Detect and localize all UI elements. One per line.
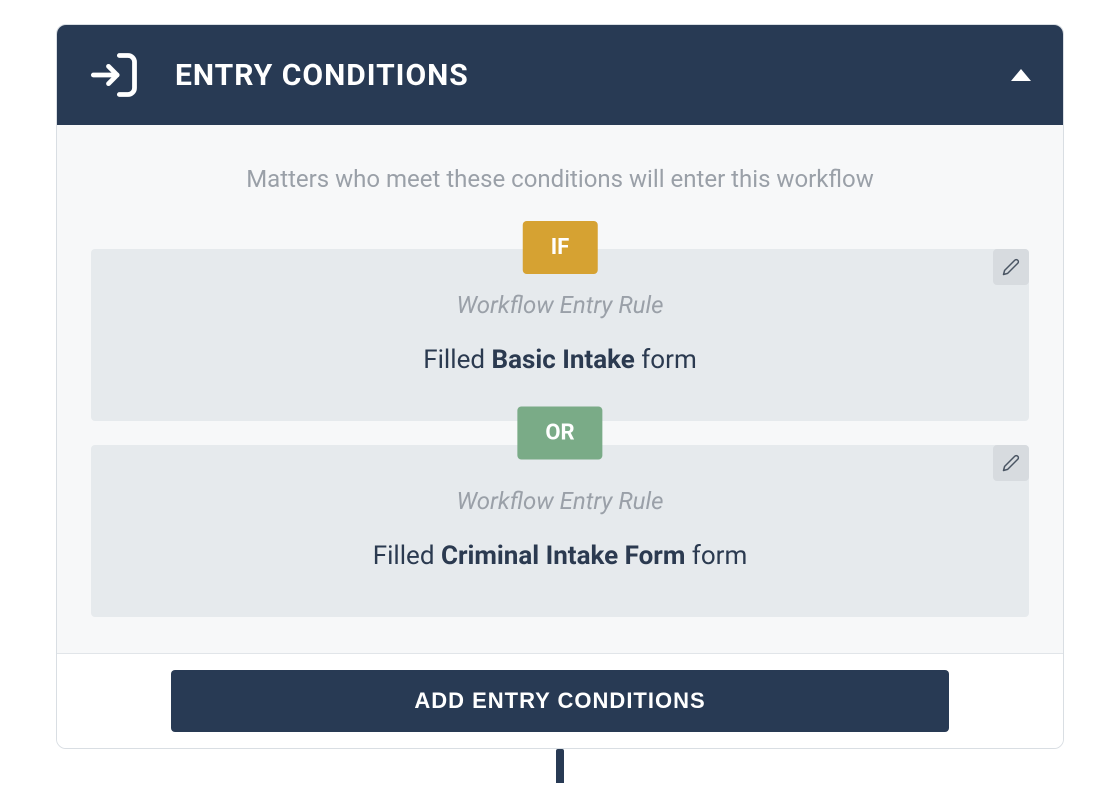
rule-title: Workflow Entry Rule xyxy=(111,291,1009,319)
edit-rule-button[interactable] xyxy=(993,445,1029,481)
rule-prefix: Filled xyxy=(423,345,491,375)
rule-suffix: form xyxy=(685,541,747,571)
rule-title: Workflow Entry Rule xyxy=(111,487,1009,515)
pencil-icon xyxy=(1002,454,1020,472)
header-title: ENTRY CONDITIONS xyxy=(175,58,469,93)
entry-conditions-card: ENTRY CONDITIONS Matters who meet these … xyxy=(56,24,1064,749)
rule-bold: Criminal Intake Form xyxy=(441,541,685,571)
connector-line xyxy=(556,749,564,783)
edit-rule-button[interactable] xyxy=(993,249,1029,285)
rule-card: Workflow Entry Rule Filled Criminal Inta… xyxy=(91,445,1029,617)
or-pill: OR xyxy=(517,407,602,460)
rule-prefix: Filled xyxy=(373,541,441,571)
rule-text: Filled Basic Intake form xyxy=(111,345,1009,375)
rule-text: Filled Criminal Intake Form form xyxy=(111,541,1009,571)
card-body: Matters who meet these conditions will e… xyxy=(57,125,1063,748)
collapse-toggle-icon[interactable] xyxy=(1011,69,1031,81)
entry-icon xyxy=(89,49,141,101)
rules-area: IF Workflow Entry Rule Filled Basic Inta… xyxy=(57,221,1063,653)
if-pill-wrap: IF xyxy=(91,221,1029,249)
add-entry-conditions-button[interactable]: ADD ENTRY CONDITIONS xyxy=(171,670,949,732)
rule-card: Workflow Entry Rule Filled Basic Intake … xyxy=(91,249,1029,421)
conditions-description: Matters who meet these conditions will e… xyxy=(57,165,1063,193)
card-footer: ADD ENTRY CONDITIONS xyxy=(57,653,1063,748)
rule-suffix: form xyxy=(635,345,697,375)
card-header: ENTRY CONDITIONS xyxy=(57,25,1063,125)
rule-bold: Basic Intake xyxy=(491,345,634,375)
pencil-icon xyxy=(1002,258,1020,276)
if-pill: IF xyxy=(523,221,598,274)
